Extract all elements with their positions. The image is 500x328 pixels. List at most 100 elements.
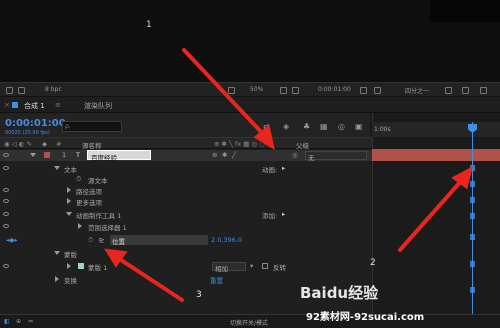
current-time[interactable]: 0:00:01:00 <box>5 118 66 129</box>
tab-render-queue[interactable]: 渲染队列 <box>84 101 112 111</box>
prop-row-mask1[interactable]: 蒙版 1 相加 ▾ 反转 <box>0 261 372 273</box>
transparency-icon[interactable] <box>292 87 299 94</box>
prop-row-range-selector[interactable]: 范围选择器 1 <box>0 221 372 232</box>
toggle-icon[interactable] <box>462 87 469 94</box>
keyframe-marker[interactable] <box>470 287 475 293</box>
prop-label: 蒙版 <box>64 251 77 259</box>
label-column-icon[interactable]: ◆ <box>42 140 47 148</box>
tab-composition[interactable]: 合成 1 <box>24 101 45 111</box>
keyframe-marker[interactable] <box>470 234 475 240</box>
close-icon[interactable]: × <box>4 101 10 109</box>
eye-icon[interactable] <box>3 224 9 228</box>
keyframe-marker[interactable] <box>470 213 475 219</box>
panel-tabs: × 合成 1 ≡ 渲染队列 <box>0 97 500 113</box>
mask-mode-value: 相加 <box>215 265 228 273</box>
zoom-select[interactable]: 50% <box>250 86 263 93</box>
prop-label: 路径选项 <box>76 188 102 196</box>
eye-icon[interactable] <box>3 264 9 268</box>
add-menu-icon[interactable]: ▸ <box>282 210 285 218</box>
animate-menu-icon[interactable]: ▸ <box>282 164 285 172</box>
graph-editor-icon[interactable]: ▣ <box>355 122 363 131</box>
expand-chevron-icon[interactable] <box>67 187 71 193</box>
prop-row-mask[interactable]: 蒙版 <box>0 248 372 259</box>
prop-row-more-options[interactable]: 更多选项 <box>0 196 372 207</box>
prop-row-position[interactable]: ◂◆▸ ⏱ ⊵ 位置 2.0,396.0 <box>0 235 372 246</box>
prop-label: 文本 <box>64 166 77 174</box>
switches-modes-toggle[interactable]: 切换开关/模式 <box>230 318 268 327</box>
prop-label: 位置 <box>112 238 125 246</box>
timeline-panel[interactable] <box>372 113 500 314</box>
index-column-icon[interactable]: # <box>56 140 61 148</box>
3d-view-icon[interactable] <box>480 87 487 94</box>
mask-color-swatch[interactable] <box>78 263 84 269</box>
graph-icon[interactable]: ⊵ <box>99 236 104 244</box>
prop-row-animator[interactable]: 动画制作工具 1 添加: ▸ <box>0 209 372 220</box>
shy-switch-icon[interactable]: ⊕ <box>212 151 217 159</box>
expand-chevron-icon[interactable] <box>78 223 82 229</box>
stopwatch-icon[interactable]: ⏱ <box>76 175 81 184</box>
expand-chevron-icon[interactable] <box>67 263 71 269</box>
layer-row[interactable]: 1 T 百度经验 ⊕ ✱ ╱ ◎ 无 <box>0 150 372 162</box>
parent-select[interactable]: 无 <box>305 151 367 162</box>
av-features-icon[interactable]: ◉ ◁ ◐ ✎ <box>4 140 32 148</box>
tab-menu-icon[interactable]: ≡ <box>55 101 61 109</box>
region-icon[interactable] <box>280 87 287 94</box>
switches-header-icon[interactable]: ⊕ ✱ ╲ fx ▦ ◎ ◌ ⊙ <box>214 140 272 148</box>
layer-duration-bar[interactable] <box>372 149 500 161</box>
keyframe-marker[interactable] <box>470 197 475 203</box>
layer-search-input[interactable]: ρ. <box>62 121 122 132</box>
site-watermark: 92素材网-92sucai.com <box>306 312 425 323</box>
eye-icon[interactable] <box>3 153 9 157</box>
expand-chevron-icon[interactable] <box>66 212 72 216</box>
dropdown-arrow-icon[interactable]: ▾ <box>250 262 253 270</box>
stopwatch-icon[interactable]: ⏱ <box>88 236 93 245</box>
expand-chevron-icon[interactable] <box>54 166 60 170</box>
eye-icon[interactable] <box>3 212 9 216</box>
viewer-timecode[interactable]: 0:00:01:00 <box>318 86 351 93</box>
eye-icon[interactable] <box>3 188 9 192</box>
camera-icon[interactable] <box>360 87 367 94</box>
composition-viewer[interactable]: 1 <box>0 0 500 82</box>
in-out-icon[interactable]: ⊕ <box>16 318 21 325</box>
layer-name-text: 百度经验 <box>91 154 117 162</box>
keyframe-nav-icon[interactable]: ◂◆▸ <box>6 236 18 244</box>
color-icon[interactable] <box>374 87 381 94</box>
reset-link[interactable]: 重置 <box>210 275 223 285</box>
eye-icon[interactable] <box>3 199 9 203</box>
quality-switch-icon[interactable]: ╱ <box>232 151 236 159</box>
draft-3d-icon[interactable]: ◈ <box>283 122 289 131</box>
bpc-label[interactable]: 8 bpc <box>45 86 62 93</box>
expand-chevron-icon[interactable] <box>54 251 60 255</box>
keyframe-marker[interactable] <box>470 181 475 187</box>
expand-chevron-icon[interactable] <box>30 153 36 157</box>
prop-row-text[interactable]: 文本 动画: ▸ <box>0 163 372 174</box>
prop-row-source-text[interactable]: ⏱ 源文本 <box>0 174 372 185</box>
motion-blur-icon[interactable]: ◎ <box>338 122 345 131</box>
layer-name-field[interactable]: 百度经验 <box>87 150 151 162</box>
add-label[interactable]: 添加: <box>262 210 277 220</box>
collapse-switch-icon[interactable]: ✱ <box>222 151 227 159</box>
fast-preview-icon[interactable] <box>445 87 452 94</box>
magnify-icon[interactable] <box>228 87 235 94</box>
render-time-icon[interactable]: ◧ <box>4 318 10 325</box>
pickwhip-icon[interactable]: ◎ <box>292 151 298 159</box>
hide-shy-icon[interactable]: ♣ <box>303 122 310 131</box>
keyframe-marker[interactable] <box>470 261 475 267</box>
comp-flowchart-icon[interactable]: ⇄ <box>263 122 270 131</box>
position-value[interactable]: 2.0,396.0 <box>211 236 242 244</box>
snapshot-icon[interactable] <box>6 87 13 94</box>
time-ruler[interactable] <box>372 122 500 137</box>
invert-checkbox[interactable] <box>262 263 268 269</box>
grid-icon[interactable] <box>18 87 25 94</box>
expand-chevron-icon[interactable] <box>55 276 59 282</box>
resolution-select[interactable]: 四分之一 <box>405 86 429 95</box>
mask-mode-select[interactable]: 相加 <box>212 262 246 273</box>
keyframe-marker[interactable] <box>470 165 475 171</box>
stretch-icon[interactable]: ⇔ <box>28 318 33 325</box>
eye-icon[interactable] <box>3 166 9 170</box>
label-color-swatch[interactable] <box>44 152 50 158</box>
expand-chevron-icon[interactable] <box>67 198 71 204</box>
frame-blend-icon[interactable]: ▦ <box>320 122 328 131</box>
prop-row-path-options[interactable]: 路径选项 <box>0 185 372 196</box>
animate-label[interactable]: 动画: <box>262 164 277 174</box>
